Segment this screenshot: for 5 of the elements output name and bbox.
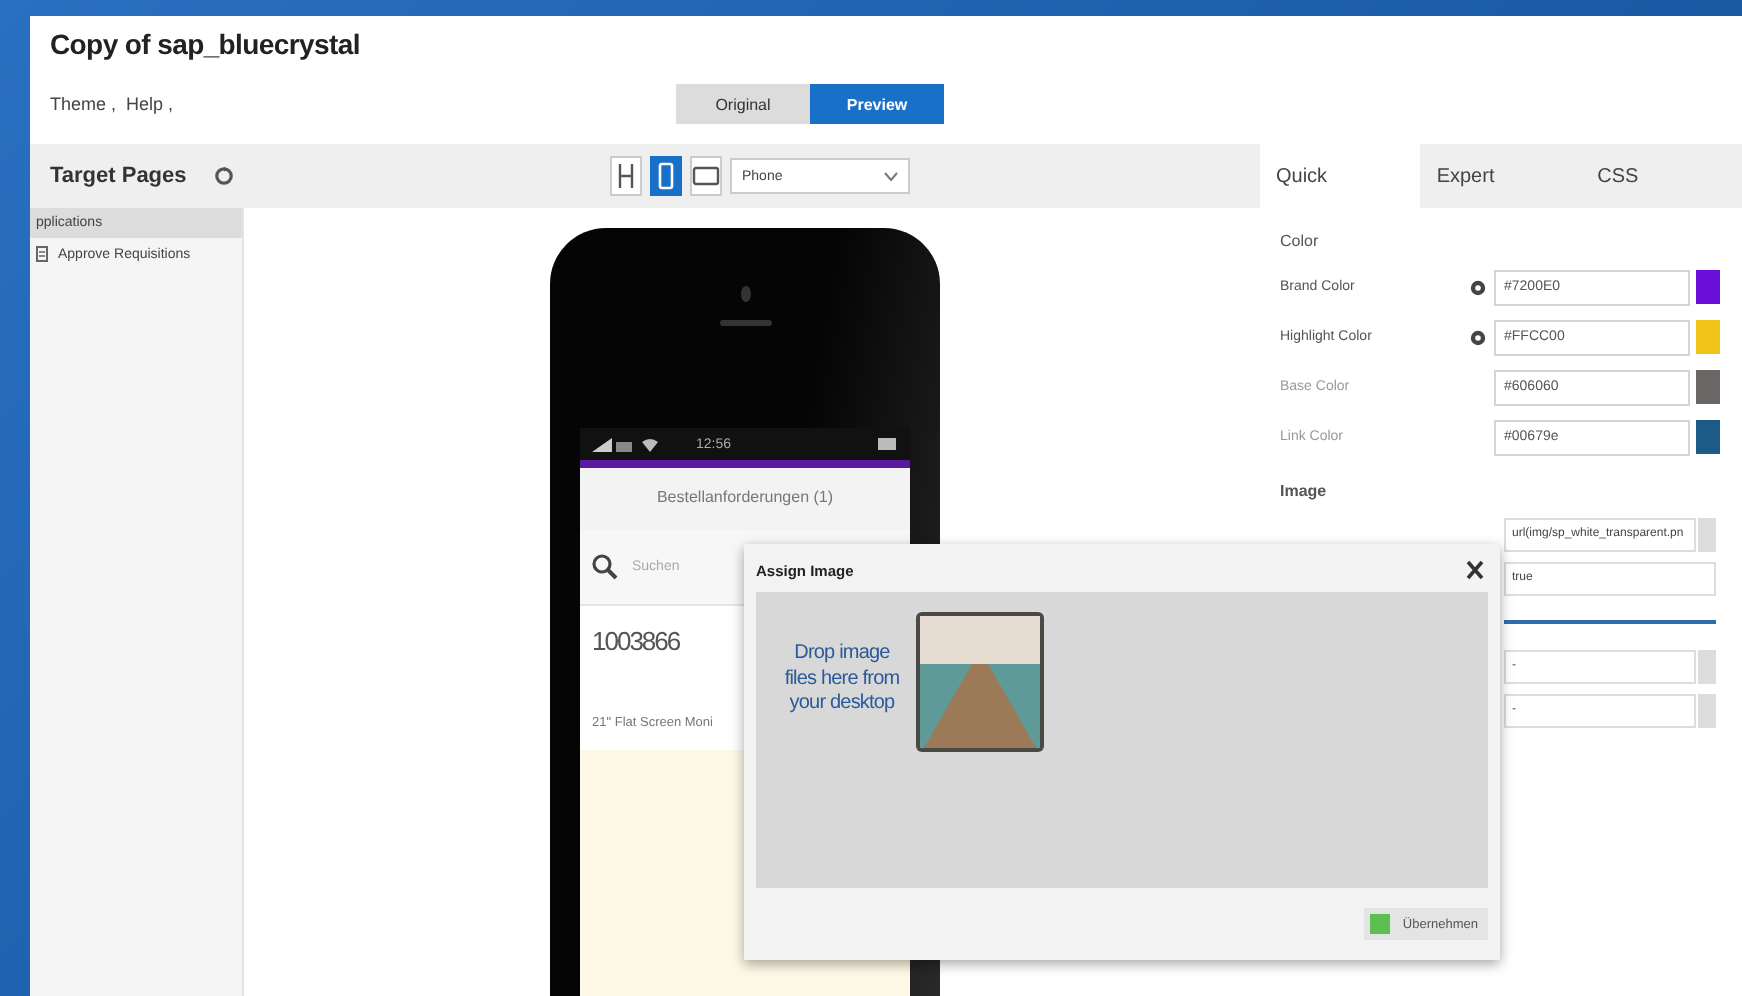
- section-title: Color: [1280, 232, 1321, 250]
- panel-title: Target Pages: [50, 164, 187, 188]
- window-title: Copy of sap_bluecrystal: [50, 28, 362, 60]
- section-title: Image: [1280, 482, 1329, 500]
- app-header: Bestellanforderungen (1): [580, 468, 910, 530]
